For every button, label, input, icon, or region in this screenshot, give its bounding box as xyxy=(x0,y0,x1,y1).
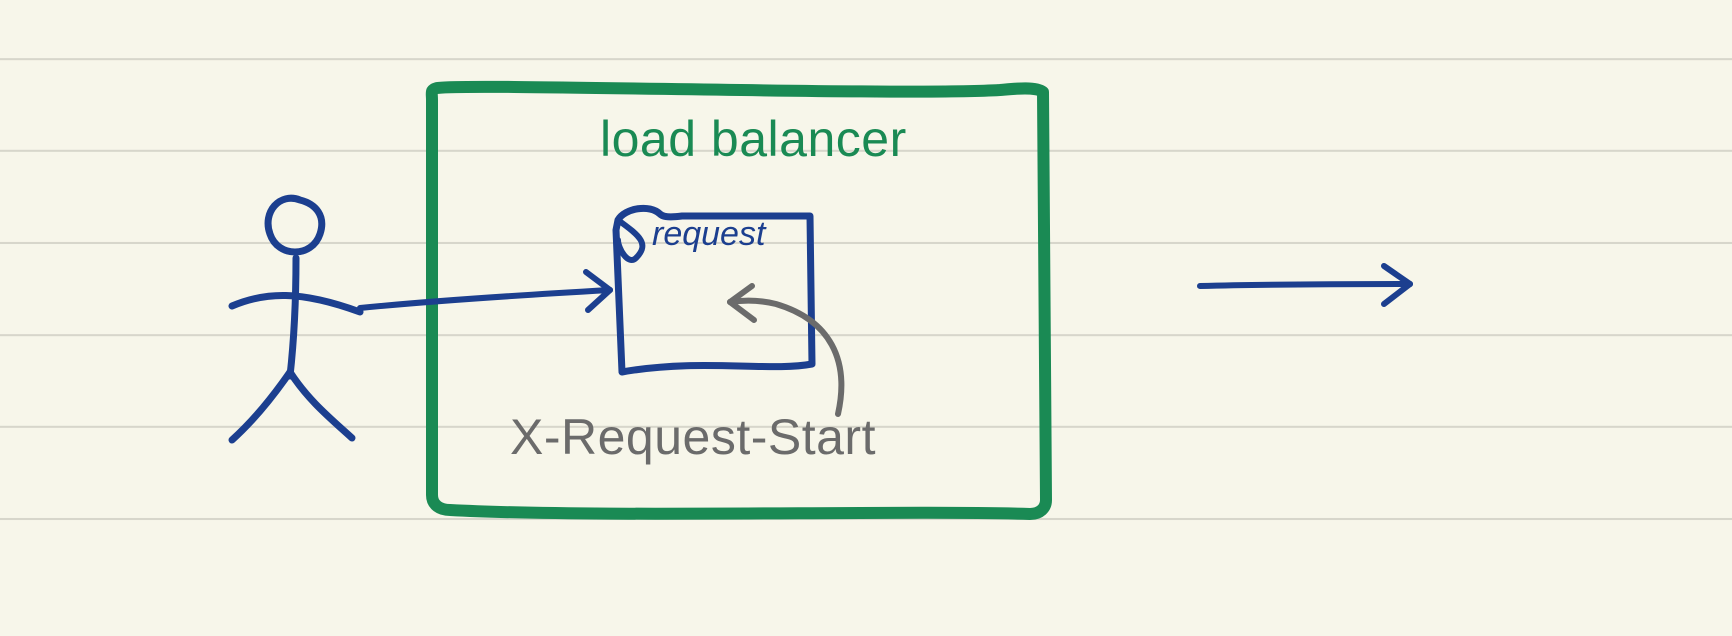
arrow-in xyxy=(360,272,610,310)
diagram-ink xyxy=(0,0,1732,636)
load-balancer-title: load balancer xyxy=(600,110,907,168)
request-document-curl xyxy=(618,220,642,260)
user-stick-figure xyxy=(232,198,360,440)
arrow-out xyxy=(1200,266,1410,304)
arrow-header-added xyxy=(730,286,841,414)
x-request-start-label: X-Request-Start xyxy=(510,408,876,466)
request-label: request xyxy=(652,215,765,254)
